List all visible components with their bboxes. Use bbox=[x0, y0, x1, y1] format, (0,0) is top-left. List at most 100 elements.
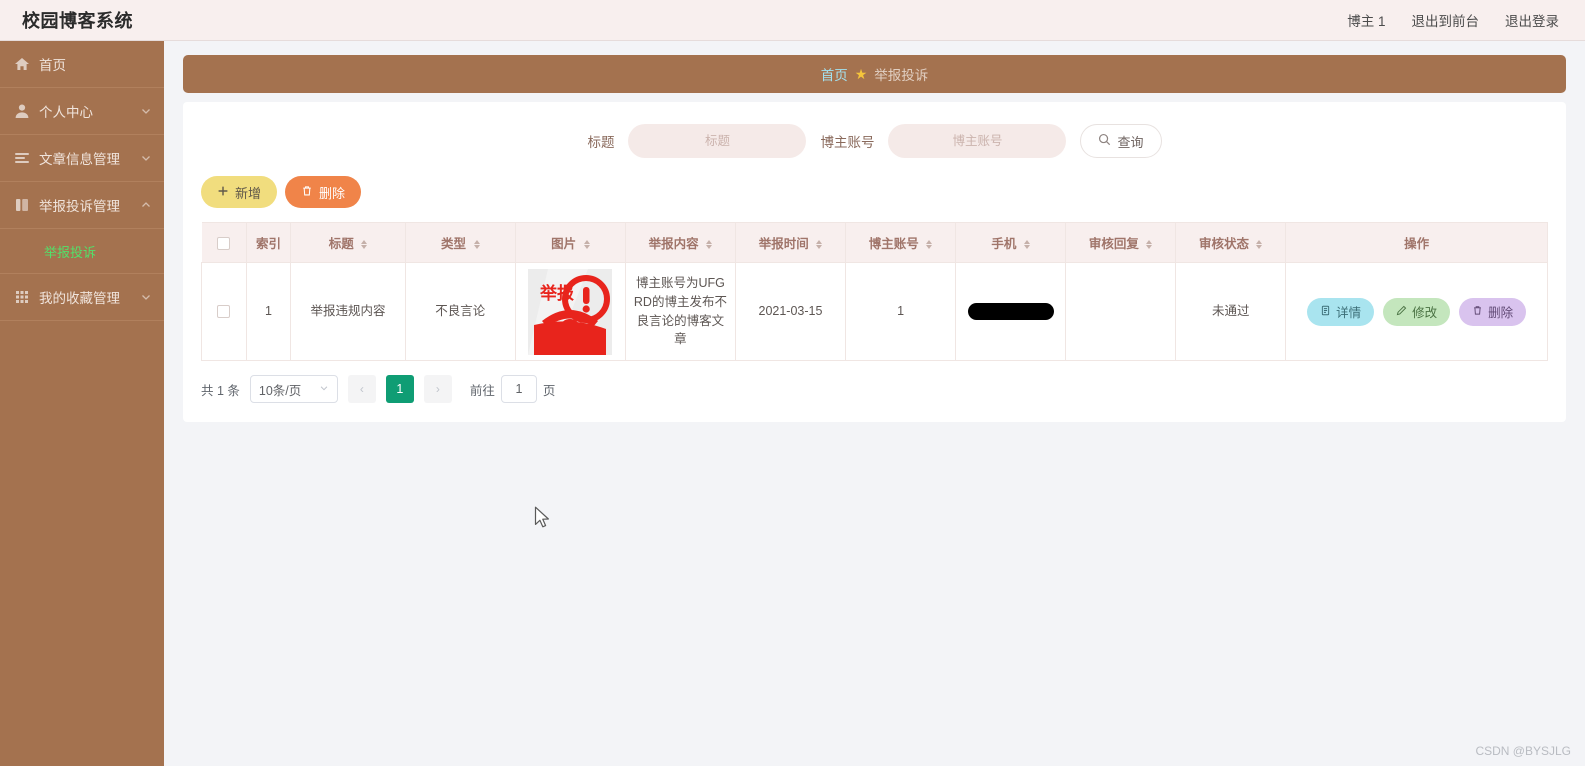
home-icon bbox=[14, 56, 30, 72]
chevron-up-icon bbox=[140, 199, 152, 211]
table-header-content-label: 举报内容 bbox=[648, 237, 699, 251]
sidebar-item-article-management[interactable]: 文章信息管理 bbox=[0, 135, 164, 182]
detail-button[interactable]: 详情 bbox=[1307, 297, 1375, 326]
pagination-goto-label: 前往 bbox=[469, 383, 495, 398]
table-header-phone-label: 手机 bbox=[991, 237, 1017, 251]
search-icon bbox=[1098, 133, 1111, 149]
row-account-cell: 1 bbox=[845, 262, 957, 361]
row-delete-button-label: 删除 bbox=[1488, 306, 1514, 320]
breadcrumb: 首页 ★ 举报投诉 bbox=[183, 55, 1566, 93]
sort-icon[interactable] bbox=[583, 240, 590, 250]
table-header-type[interactable]: 类型 bbox=[405, 222, 516, 263]
edit-button[interactable]: 修改 bbox=[1383, 297, 1451, 326]
edit-button-label: 修改 bbox=[1412, 306, 1438, 320]
table-header-time[interactable]: 举报时间 bbox=[735, 222, 847, 263]
sort-icon[interactable] bbox=[361, 240, 368, 250]
data-table-wrapper: 索引 标题 类型 图片 举报内容 举报时间 博主账号 手机 审核回复 审核状态 … bbox=[183, 208, 1566, 361]
table-header-content[interactable]: 举报内容 bbox=[625, 222, 736, 263]
select-all-checkbox[interactable] bbox=[217, 236, 231, 250]
sort-icon[interactable] bbox=[1023, 240, 1030, 250]
table-header-operation: 操作 bbox=[1285, 222, 1548, 263]
sidebar-item-personal-center-label: 个人中心 bbox=[39, 105, 93, 120]
sidebar-item-favorites-management[interactable]: 我的收藏管理 bbox=[0, 274, 164, 321]
table-header-phone[interactable]: 手机 bbox=[955, 222, 1067, 263]
table-header-image-label: 图片 bbox=[551, 237, 577, 251]
sidebar-item-home[interactable]: 首页 bbox=[0, 41, 164, 88]
table-header-image[interactable]: 图片 bbox=[515, 222, 626, 263]
table-header-title[interactable]: 标题 bbox=[290, 222, 406, 263]
table-header-reply[interactable]: 审核回复 bbox=[1065, 222, 1177, 263]
sort-icon[interactable] bbox=[926, 240, 933, 250]
header-logout-link[interactable]: 退出登录 bbox=[1505, 10, 1559, 30]
row-time-cell: 2021-03-15 bbox=[734, 262, 847, 361]
row-index-cell: 1 bbox=[245, 262, 292, 361]
header-exit-frontend-link[interactable]: 退出到前台 bbox=[1412, 10, 1480, 30]
pagination-goto-input[interactable] bbox=[500, 375, 537, 403]
row-checkbox[interactable] bbox=[217, 305, 231, 319]
chevron-down-icon bbox=[140, 152, 152, 164]
row-reply-cell bbox=[1065, 262, 1177, 361]
table-header-type-label: 类型 bbox=[441, 237, 467, 251]
report-thumbnail-image[interactable]: 举报 bbox=[528, 268, 613, 355]
batch-delete-button[interactable]: 删除 bbox=[285, 176, 362, 208]
breadcrumb-home-link[interactable]: 首页 bbox=[821, 64, 848, 84]
pagination-prev-button[interactable]: ‹ bbox=[347, 375, 376, 403]
table-header-account[interactable]: 博主账号 bbox=[845, 222, 957, 263]
pagination-next-button[interactable]: › bbox=[423, 375, 452, 403]
row-image-cell: 举报 bbox=[514, 262, 626, 361]
user-icon bbox=[14, 103, 30, 119]
document-icon bbox=[1320, 305, 1331, 319]
sidebar-item-favorites-management-label: 我的收藏管理 bbox=[39, 291, 120, 306]
query-button-label: 查询 bbox=[1117, 134, 1144, 150]
pagination-page-1[interactable]: 1 bbox=[385, 375, 414, 403]
row-content-cell: 博主账号为UFGRD的博主发布不良言论的博客文章 bbox=[624, 262, 736, 361]
account-search-input[interactable] bbox=[888, 124, 1067, 158]
row-type-cell: 不良言论 bbox=[404, 262, 516, 361]
trash-icon bbox=[301, 185, 313, 200]
table-header-index-label: 索引 bbox=[256, 237, 282, 251]
plus-icon bbox=[217, 185, 229, 200]
grid-icon bbox=[14, 289, 30, 305]
table-row: 1 举报违规内容 不良言论 举报 博主账号为UFGRD的博主发布不良言论的博客文… bbox=[201, 262, 1548, 361]
star-icon: ★ bbox=[854, 66, 868, 82]
row-status-cell: 未通过 bbox=[1175, 262, 1287, 361]
title-filter-label: 标题 bbox=[587, 135, 615, 150]
page-size-value: 10条/页 bbox=[258, 383, 302, 398]
pagination-total-text: 共 1 条 bbox=[201, 383, 240, 398]
sort-icon[interactable] bbox=[706, 240, 713, 250]
chevron-down-icon bbox=[140, 291, 152, 303]
table-header-select-all bbox=[201, 222, 247, 263]
table-toolbar: 新增 删除 bbox=[183, 158, 1566, 208]
title-search-input[interactable] bbox=[628, 124, 807, 158]
sort-icon[interactable] bbox=[473, 240, 480, 250]
sidebar-navigation: 首页 个人中心 文章信息管理 举报投诉管理 举报投诉 我的收藏管理 bbox=[0, 41, 164, 766]
csdn-watermark: CSDN @BYSJLG bbox=[1475, 744, 1571, 758]
page-size-select[interactable]: 10条/页 bbox=[249, 375, 338, 403]
table-header-index: 索引 bbox=[246, 222, 292, 263]
breadcrumb-current-page: 举报投诉 bbox=[874, 68, 929, 83]
account-filter-label: 博主账号 bbox=[820, 135, 875, 150]
sort-icon[interactable] bbox=[1256, 240, 1263, 250]
row-delete-button[interactable]: 删除 bbox=[1459, 297, 1527, 326]
table-header-status[interactable]: 审核状态 bbox=[1175, 222, 1287, 263]
content-card: 标题 博主账号 查询 新增 删除 bbox=[183, 102, 1566, 422]
sidebar-item-report-management[interactable]: 举报投诉管理 bbox=[0, 182, 164, 229]
header-links: 博主 1 退出到前台 退出登录 bbox=[1347, 10, 1559, 30]
add-button-label: 新增 bbox=[235, 185, 262, 201]
sidebar-subitem-report-complaint[interactable]: 举报投诉 bbox=[0, 229, 164, 274]
header-user-name[interactable]: 博主 1 bbox=[1347, 10, 1385, 30]
table-header-account-label: 博主账号 bbox=[868, 237, 919, 251]
sort-icon[interactable] bbox=[1146, 240, 1153, 250]
sidebar-subitem-report-complaint-label: 举报投诉 bbox=[44, 244, 97, 260]
table-header-time-label: 举报时间 bbox=[758, 237, 809, 251]
table-header-operation-label: 操作 bbox=[1404, 237, 1430, 251]
table-header-row: 索引 标题 类型 图片 举报内容 举报时间 博主账号 手机 审核回复 审核状态 … bbox=[201, 222, 1548, 263]
row-title-cell: 举报违规内容 bbox=[290, 262, 406, 361]
pencil-icon bbox=[1396, 305, 1407, 319]
query-button[interactable]: 查询 bbox=[1080, 124, 1162, 158]
sort-icon[interactable] bbox=[816, 240, 823, 250]
app-brand-title: 校园博客系统 bbox=[22, 11, 133, 31]
add-button[interactable]: 新增 bbox=[201, 176, 278, 208]
pagination-bar: 共 1 条 10条/页 ‹ 1 › 前往 页 bbox=[183, 361, 1566, 403]
sidebar-item-personal-center[interactable]: 个人中心 bbox=[0, 88, 164, 135]
